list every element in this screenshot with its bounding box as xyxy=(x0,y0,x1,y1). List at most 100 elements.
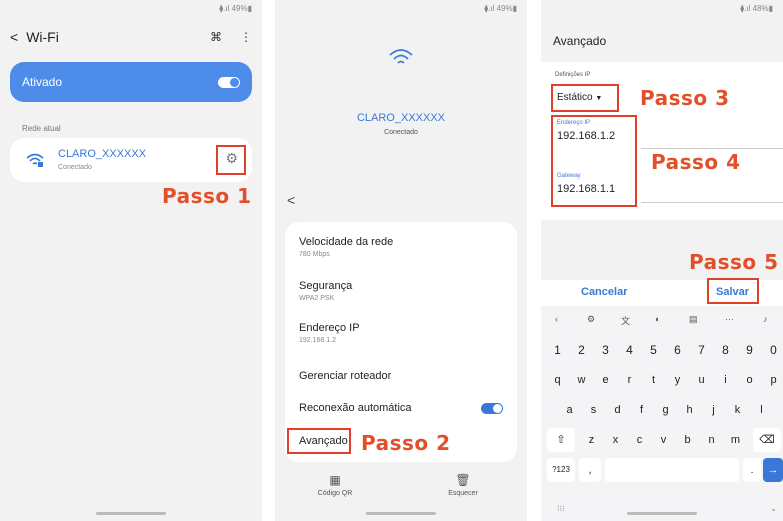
number-key[interactable]: 8 xyxy=(715,338,736,362)
step-5-label: Passo 5 xyxy=(689,250,779,274)
chevron-down-icon[interactable]: ⌄ xyxy=(770,504,777,513)
step-3-label: Passo 3 xyxy=(640,86,730,110)
keyboard: ‹ ⚙ 文 ◐ ▤ ··· ♪ 1234567890 qwertyuiop as… xyxy=(541,306,783,521)
letter-key[interactable]: w xyxy=(571,368,592,392)
qr-scan-icon[interactable]: ⌘ xyxy=(210,30,222,44)
status-bar: ⧫.ıl 49%▮ xyxy=(219,4,252,13)
number-key[interactable]: 0 xyxy=(763,338,783,362)
clipboard-icon[interactable]: ▤ xyxy=(689,314,698,325)
highlight-save xyxy=(707,278,759,304)
item-title: Gerenciar roteador xyxy=(299,370,392,382)
details-card: Velocidade da rede 780 Mbps Segurança WP… xyxy=(285,222,517,462)
backspace-key[interactable]: ⌫ xyxy=(753,428,781,452)
number-key[interactable]: 4 xyxy=(619,338,640,362)
settings-icon[interactable]: ⚙ xyxy=(587,314,595,325)
enter-key[interactable]: → xyxy=(763,458,783,482)
number-key[interactable]: 5 xyxy=(643,338,664,362)
letter-key[interactable]: c xyxy=(629,428,650,452)
shift-key[interactable]: ⇧ xyxy=(547,428,575,452)
letter-row-1: qwertyuiop xyxy=(541,368,783,394)
letter-key[interactable]: o xyxy=(739,368,760,392)
letter-key[interactable]: j xyxy=(703,398,724,422)
network-status: Conectado xyxy=(58,164,92,171)
chevron-left-icon[interactable]: < xyxy=(10,29,18,45)
list-item-manage-router[interactable]: Gerenciar roteador xyxy=(299,370,503,382)
letter-key[interactable]: f xyxy=(631,398,652,422)
highlight-advanced xyxy=(287,428,351,454)
letter-row-3: ⇧ ⌫ zxcvbnm xyxy=(541,428,783,454)
letter-key[interactable]: d xyxy=(607,398,628,422)
highlight-ip-gateway xyxy=(551,115,637,207)
item-sub: 780 Mbps xyxy=(299,251,330,258)
more-options-icon[interactable]: ⋮ xyxy=(240,30,252,44)
bottom-actions: ▦ Código QR 🗑 Esquecer xyxy=(275,473,527,503)
list-item-auto-reconnect[interactable]: Reconexão automática xyxy=(299,402,503,414)
number-key[interactable]: 9 xyxy=(739,338,760,362)
comma-key[interactable]: , xyxy=(579,458,601,482)
number-key[interactable]: 1 xyxy=(547,338,568,362)
more-icon[interactable]: ··· xyxy=(725,314,734,324)
status-bar: ⧫.ıl 49%▮ xyxy=(484,4,517,13)
nav-handle[interactable] xyxy=(366,512,436,515)
auto-reconnect-switch[interactable] xyxy=(481,403,503,414)
number-key[interactable]: 7 xyxy=(691,338,712,362)
forget-label: Esquecer xyxy=(448,490,478,497)
letter-key[interactable]: n xyxy=(701,428,722,452)
symbols-key[interactable]: ?123 xyxy=(547,458,575,482)
letter-key[interactable]: i xyxy=(715,368,736,392)
forget-button[interactable]: 🗑 Esquecer xyxy=(433,473,493,497)
palette-icon[interactable]: ◐ xyxy=(655,314,660,324)
network-name: CLARO_XXXXXX xyxy=(58,148,147,160)
wifi-toggle-card[interactable]: Ativado xyxy=(10,62,252,102)
letter-key[interactable]: q xyxy=(547,368,568,392)
letter-key[interactable]: s xyxy=(583,398,604,422)
chevron-left-icon[interactable]: ‹ xyxy=(555,314,558,324)
network-name: CLARO_XXXXXX xyxy=(356,112,446,124)
wifi-lock-icon xyxy=(26,153,44,167)
letter-key[interactable]: p xyxy=(763,368,783,392)
divider xyxy=(641,202,783,203)
translate-icon[interactable]: 文 xyxy=(621,314,630,327)
letter-key[interactable]: g xyxy=(655,398,676,422)
period-key[interactable]: . xyxy=(743,458,761,482)
mic-icon[interactable]: ♪ xyxy=(763,314,768,324)
item-title: Segurança xyxy=(299,280,353,292)
letter-key[interactable]: t xyxy=(643,368,664,392)
trash-icon: 🗑 xyxy=(455,473,471,487)
letter-key[interactable]: e xyxy=(595,368,616,392)
chevron-left-icon[interactable]: < xyxy=(287,192,295,208)
letter-key[interactable]: m xyxy=(725,428,746,452)
letter-key[interactable]: l xyxy=(751,398,772,422)
nav-handle[interactable] xyxy=(96,512,166,515)
bottom-row: ?123 , . → xyxy=(541,458,783,484)
letter-key[interactable]: b xyxy=(677,428,698,452)
qr-code-label: Código QR xyxy=(317,490,353,497)
letter-key[interactable]: y xyxy=(667,368,688,392)
number-key[interactable]: 3 xyxy=(595,338,616,362)
page-title: Avançado xyxy=(553,34,607,48)
ip-settings-label: Definições IP xyxy=(555,72,591,78)
space-key[interactable] xyxy=(605,458,739,482)
wifi-switch[interactable] xyxy=(218,76,240,88)
letter-key[interactable]: a xyxy=(559,398,580,422)
item-sub: 192.168.1.2 xyxy=(299,337,336,344)
letter-key[interactable]: h xyxy=(679,398,700,422)
phone-wifi-list: ⧫.ıl 49%▮ < Wi-Fi ⌘ ⋮ Ativado Rede atual… xyxy=(0,0,262,521)
highlight-gear xyxy=(216,145,246,175)
qr-code-button[interactable]: ▦ Código QR xyxy=(305,473,365,497)
cancel-button[interactable]: Cancelar xyxy=(581,286,627,298)
letter-key[interactable]: x xyxy=(605,428,626,452)
number-key[interactable]: 2 xyxy=(571,338,592,362)
letter-key[interactable]: z xyxy=(581,428,602,452)
letter-key[interactable]: k xyxy=(727,398,748,422)
letter-key[interactable]: u xyxy=(691,368,712,392)
number-row: 1234567890 xyxy=(541,338,783,364)
nav-handle[interactable] xyxy=(627,512,697,515)
rede-atual-label: Rede atual xyxy=(22,124,61,133)
letter-key[interactable]: r xyxy=(619,368,640,392)
letter-key[interactable]: v xyxy=(653,428,674,452)
list-item-security: Segurança WPA2 PSK xyxy=(299,280,503,302)
number-key[interactable]: 6 xyxy=(667,338,688,362)
keyboard-grid-icon[interactable]: ⁝⁝⁝ xyxy=(557,504,565,513)
letter-row-2: asdfghjkl xyxy=(541,398,783,424)
